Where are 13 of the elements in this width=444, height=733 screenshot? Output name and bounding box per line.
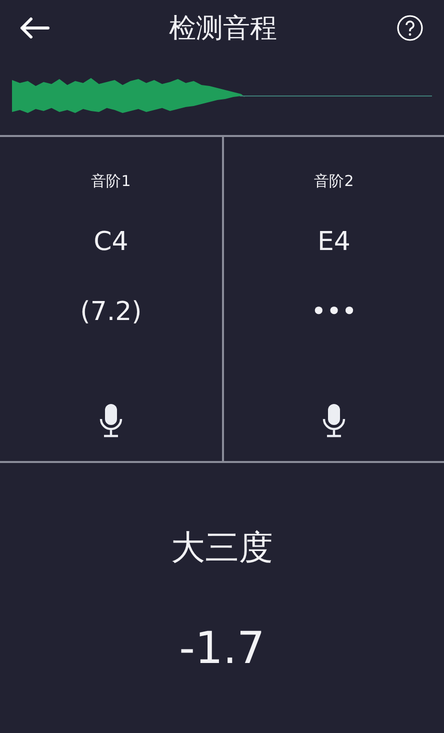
scale-label: 音阶2: [314, 172, 354, 191]
pitch-reading: (7.2): [80, 297, 142, 327]
note-name: E4: [318, 227, 350, 257]
microphone-icon[interactable]: [99, 403, 123, 439]
back-icon[interactable]: [18, 16, 50, 40]
interval-name: 大三度: [171, 527, 273, 570]
microphone-icon[interactable]: [322, 403, 346, 439]
help-icon[interactable]: [396, 14, 424, 42]
deviation-value: -1.7: [179, 623, 265, 674]
scale-label: 音阶1: [91, 172, 131, 191]
pitch-reading: •••: [310, 297, 357, 327]
note-name: C4: [94, 227, 128, 257]
screen-title: 检测音程: [169, 12, 277, 46]
